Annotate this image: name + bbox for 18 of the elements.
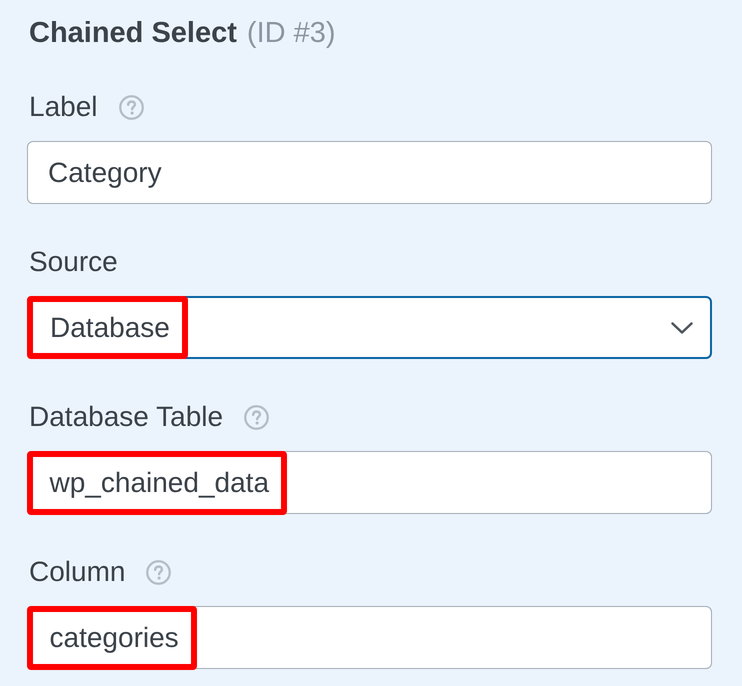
select-dropdown[interactable]: Database — [27, 296, 712, 359]
field-value: Category — [48, 156, 162, 188]
help-icon[interactable] — [244, 404, 270, 430]
panel-title: Chained Select — [29, 16, 237, 50]
help-icon[interactable] — [118, 94, 144, 120]
text-input-field[interactable]: wp_chained_data — [27, 451, 712, 514]
field-id-label: (ID #3) — [246, 16, 336, 50]
field-label: Source — [29, 246, 118, 278]
chevron-down-icon — [671, 322, 693, 334]
field-label: Column — [29, 556, 126, 588]
field-value: categories — [50, 622, 179, 654]
text-input-field[interactable]: categories — [27, 606, 712, 669]
field-label: Database Table — [29, 401, 224, 433]
text-input-field[interactable]: Category — [27, 141, 712, 204]
field-value: wp_chained_data — [50, 466, 270, 498]
field-label: Label — [29, 91, 98, 123]
field-value: Database — [50, 312, 170, 344]
help-icon[interactable] — [146, 560, 172, 584]
